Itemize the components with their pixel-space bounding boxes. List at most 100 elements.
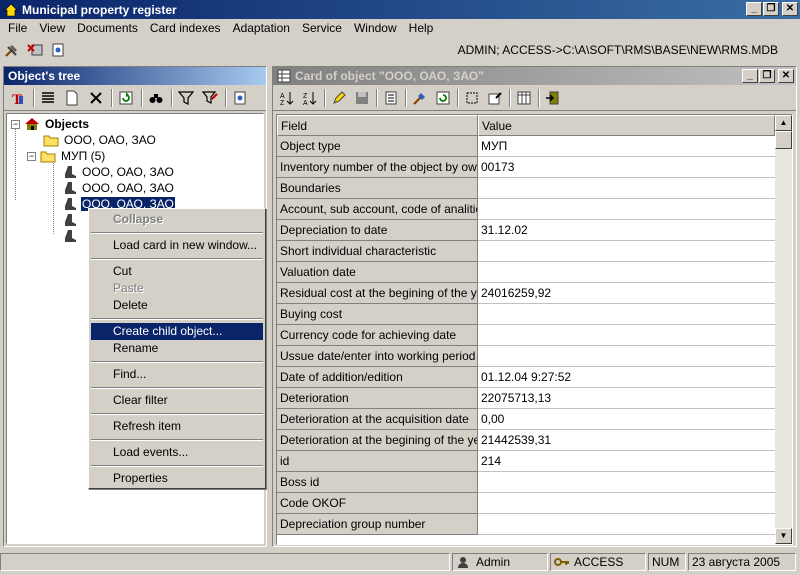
value-cell[interactable] xyxy=(478,472,775,493)
menu-delete[interactable]: Delete xyxy=(91,297,263,314)
value-cell[interactable]: 00173 xyxy=(478,157,775,178)
refresh-card-icon[interactable] xyxy=(434,89,452,107)
menu-clear-filter[interactable]: Clear filter xyxy=(91,392,263,409)
menu-refresh-item[interactable]: Refresh item xyxy=(91,418,263,435)
value-cell[interactable] xyxy=(478,304,775,325)
value-cell[interactable]: МУП xyxy=(478,136,775,157)
table-row[interactable]: id 214 xyxy=(277,451,775,472)
table-row[interactable]: Account, sub account, code of analitical xyxy=(277,199,775,220)
table-row[interactable]: Currency code for achieving date xyxy=(277,325,775,346)
tree-node-root[interactable]: − Objects xyxy=(11,116,90,132)
value-cell[interactable] xyxy=(478,493,775,514)
menu-cut[interactable]: Cut xyxy=(91,263,263,280)
report-icon[interactable] xyxy=(382,89,400,107)
table-row[interactable]: Buying cost xyxy=(277,304,775,325)
table-row[interactable]: Valuation date xyxy=(277,262,775,283)
value-cell[interactable]: 214 xyxy=(478,451,775,472)
table-row[interactable]: Deterioration 22075713,13 xyxy=(277,388,775,409)
tree-node[interactable] xyxy=(63,212,77,228)
filter-icon[interactable] xyxy=(177,89,195,107)
value-cell[interactable]: 31.12.02 xyxy=(478,220,775,241)
list-icon[interactable] xyxy=(39,89,57,107)
close-button[interactable]: ✕ xyxy=(782,2,798,16)
menu-window[interactable]: Window xyxy=(348,21,403,35)
collapse-icon[interactable]: − xyxy=(27,151,36,161)
menu-card-indexes[interactable]: Card indexes xyxy=(144,21,227,35)
table-row[interactable]: Object type МУП xyxy=(277,136,775,157)
menu-load-events[interactable]: Load events... xyxy=(91,444,263,461)
tree-node-mup[interactable]: − МУП (5) xyxy=(27,148,106,164)
value-cell[interactable] xyxy=(478,262,775,283)
value-cell[interactable]: 0,00 xyxy=(478,409,775,430)
column-header-value[interactable]: Value xyxy=(478,115,775,136)
table-row[interactable]: Ussue date/enter into working period xyxy=(277,346,775,367)
value-cell[interactable]: 22075713,13 xyxy=(478,388,775,409)
menu-help[interactable]: Help xyxy=(403,21,440,35)
table-row[interactable]: Depreciation to date 31.12.02 xyxy=(277,220,775,241)
minimize-button[interactable]: _ xyxy=(746,2,762,16)
sort-desc-icon[interactable]: ZA xyxy=(301,89,319,107)
resize-icon[interactable] xyxy=(463,89,481,107)
save-icon[interactable] xyxy=(353,89,371,107)
card-close-button[interactable]: ✕ xyxy=(778,69,794,83)
document-icon[interactable] xyxy=(49,41,67,59)
value-cell[interactable]: 01.12.04 9:27:52 xyxy=(478,367,775,388)
table-row[interactable]: Deterioration at the acquisition date 0,0… xyxy=(277,409,775,430)
value-cell[interactable] xyxy=(478,199,775,220)
text-icon[interactable]: T xyxy=(9,89,27,107)
table-row[interactable]: Deterioration at the begining of the yea… xyxy=(277,430,775,451)
menu-paste[interactable]: Paste xyxy=(91,280,263,297)
edit-pencil-icon[interactable] xyxy=(330,89,348,107)
value-cell[interactable] xyxy=(478,325,775,346)
tree-node[interactable]: ООО, ОАО, ЗАО xyxy=(63,180,175,196)
tree-node[interactable] xyxy=(63,228,77,244)
properties-icon[interactable] xyxy=(486,89,504,107)
menu-view[interactable]: View xyxy=(33,21,71,35)
table-row[interactable]: Date of addition/edition 01.12.04 9:27:52 xyxy=(277,367,775,388)
table-row[interactable]: Residual cost at the begining of the yea… xyxy=(277,283,775,304)
new-item-icon[interactable] xyxy=(63,89,81,107)
value-cell[interactable]: 24016259,92 xyxy=(478,283,775,304)
menu-collapse[interactable]: Collapse xyxy=(91,211,263,228)
scroll-thumb[interactable] xyxy=(775,131,792,149)
menu-rename[interactable]: Rename xyxy=(91,340,263,357)
refresh-icon[interactable] xyxy=(117,89,135,107)
clear-icon[interactable] xyxy=(411,89,429,107)
tree-node[interactable]: ООО, ОАО, ЗАО xyxy=(63,164,175,180)
tree-node[interactable]: ООО, ОАО, ЗАО xyxy=(43,132,157,148)
value-cell[interactable] xyxy=(478,241,775,262)
collapse-icon[interactable]: − xyxy=(11,119,20,129)
card-icon[interactable] xyxy=(231,89,249,107)
restore-button[interactable]: ❐ xyxy=(763,2,779,16)
vertical-scrollbar[interactable]: ▲ ▼ xyxy=(775,115,792,544)
scroll-down-icon[interactable]: ▼ xyxy=(775,528,792,544)
card-minimize-button[interactable]: _ xyxy=(742,69,758,83)
table-row[interactable]: Code OKOF xyxy=(277,493,775,514)
table-row[interactable]: Boss id xyxy=(277,472,775,493)
card-restore-button[interactable]: ❐ xyxy=(759,69,775,83)
value-cell[interactable] xyxy=(478,178,775,199)
menu-service[interactable]: Service xyxy=(296,21,348,35)
menu-find[interactable]: Find... xyxy=(91,366,263,383)
close-db-icon[interactable] xyxy=(26,41,44,59)
menu-create-child[interactable]: Create child object... xyxy=(91,323,263,340)
column-header-field[interactable]: Field xyxy=(277,115,478,136)
table-row[interactable]: Short individual characteristic xyxy=(277,241,775,262)
filter-edit-icon[interactable] xyxy=(201,89,219,107)
menu-file[interactable]: File xyxy=(2,21,33,35)
binoculars-icon[interactable] xyxy=(147,89,165,107)
value-cell[interactable] xyxy=(478,346,775,367)
menu-adaptation[interactable]: Adaptation xyxy=(227,21,296,35)
delete-icon[interactable] xyxy=(87,89,105,107)
scroll-up-icon[interactable]: ▲ xyxy=(775,115,792,131)
exit-icon[interactable] xyxy=(544,89,562,107)
table-row[interactable]: Boundaries xyxy=(277,178,775,199)
table-row[interactable]: Inventory number of the object by owner 0… xyxy=(277,157,775,178)
menu-documents[interactable]: Documents xyxy=(71,21,144,35)
value-cell[interactable]: 21442539,31 xyxy=(478,430,775,451)
sort-asc-icon[interactable]: AZ xyxy=(278,89,296,107)
tools-icon[interactable] xyxy=(3,41,21,59)
menu-load-card[interactable]: Load card in new window... xyxy=(91,237,263,254)
table-row[interactable]: Depreciation group number xyxy=(277,514,775,535)
columns-icon[interactable] xyxy=(515,89,533,107)
